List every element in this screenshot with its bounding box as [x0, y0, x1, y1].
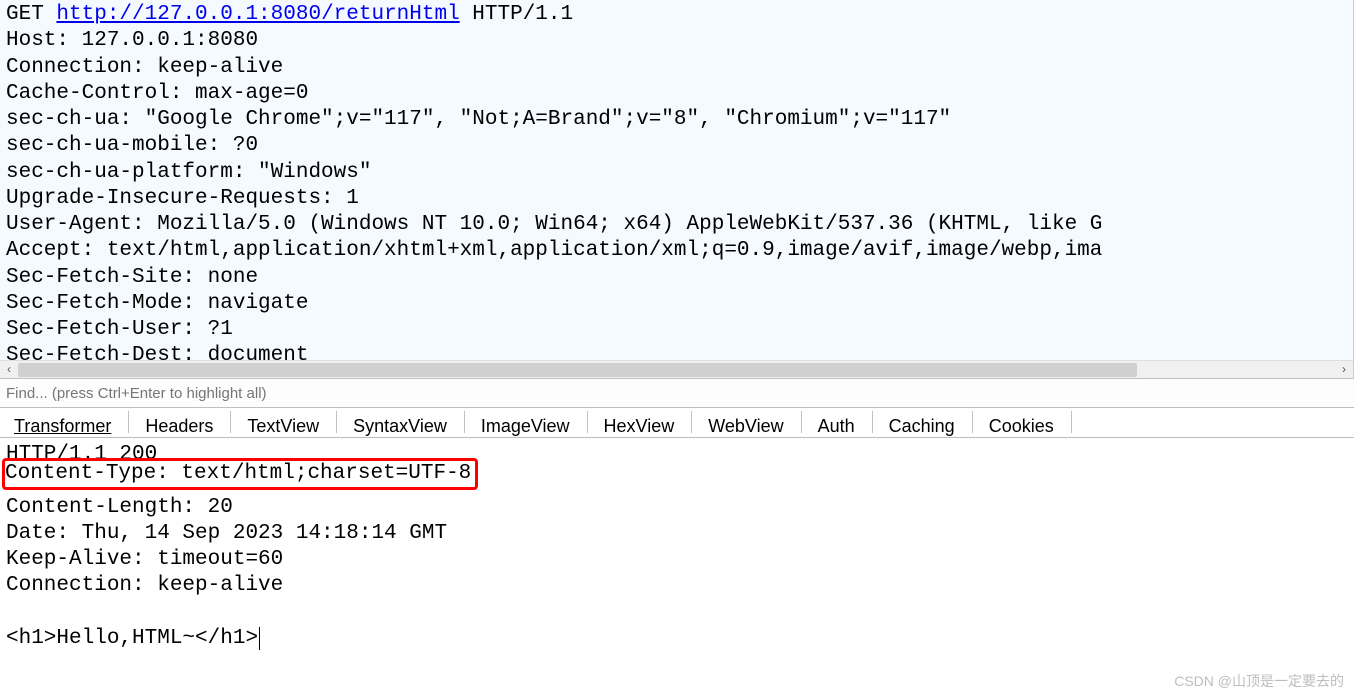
http-version: HTTP/1.1 [472, 3, 573, 26]
tab-separator [464, 411, 465, 433]
response-header: Content-Length: 20 [6, 495, 1348, 521]
find-bar [0, 378, 1354, 408]
request-header: User-Agent: Mozilla/5.0 (Windows NT 10.0… [6, 212, 1347, 238]
request-header: sec-ch-ua: "Google Chrome";v="117", "Not… [6, 107, 1347, 133]
tab-hexview[interactable]: HexView [594, 414, 686, 437]
blank-line [6, 600, 1348, 626]
response-header: Connection: keep-alive [6, 573, 1348, 599]
tab-separator [1071, 411, 1072, 433]
request-header: Upgrade-Insecure-Requests: 1 [6, 186, 1347, 212]
scroll-track[interactable] [18, 361, 1335, 379]
response-header: Date: Thu, 14 Sep 2023 14:18:14 GMT [6, 521, 1348, 547]
tab-separator [128, 411, 129, 433]
scroll-left-icon[interactable]: ‹ [0, 361, 18, 379]
http-method: GET [6, 3, 44, 26]
request-header: sec-ch-ua-platform: "Windows" [6, 160, 1347, 186]
tab-imageview[interactable]: ImageView [471, 414, 581, 437]
request-pane: GET http://127.0.0.1:8080/returnHtml HTT… [0, 0, 1354, 378]
tab-separator [801, 411, 802, 433]
request-header: Sec-Fetch-Site: none [6, 265, 1347, 291]
tab-textview[interactable]: TextView [237, 414, 330, 437]
request-header: Connection: keep-alive [6, 55, 1347, 81]
content-type-highlight: Content-Type: text/html;charset=UTF-8 [2, 458, 478, 490]
request-header: Sec-Fetch-Mode: navigate [6, 291, 1347, 317]
tab-separator [230, 411, 231, 433]
response-tab-bar: Transformer Headers TextView SyntaxView … [0, 408, 1354, 438]
response-body-text: <h1>Hello,HTML~</h1> [6, 627, 258, 650]
tab-separator [691, 411, 692, 433]
response-pane: HTTP/1.1 200 Content-Type: text/html;cha… [0, 438, 1354, 654]
scroll-right-icon[interactable]: › [1335, 361, 1353, 379]
tab-syntaxview[interactable]: SyntaxView [343, 414, 458, 437]
horizontal-scrollbar[interactable]: ‹ › [0, 360, 1353, 378]
request-header: Cache-Control: max-age=0 [6, 81, 1347, 107]
tab-separator [972, 411, 973, 433]
response-body: <h1>Hello,HTML~</h1> [6, 626, 1348, 652]
tab-separator [872, 411, 873, 433]
tab-headers[interactable]: Headers [135, 414, 224, 437]
scroll-thumb[interactable] [18, 363, 1137, 377]
tab-auth[interactable]: Auth [808, 414, 866, 437]
watermark: CSDN @山顶是一定要去的 [1174, 671, 1344, 691]
tab-transformer[interactable]: Transformer [4, 414, 122, 437]
request-header: Accept: text/html,application/xhtml+xml,… [6, 238, 1347, 264]
request-line: GET http://127.0.0.1:8080/returnHtml HTT… [6, 2, 1347, 28]
request-header: Host: 127.0.0.1:8080 [6, 28, 1347, 54]
response-header: Keep-Alive: timeout=60 [6, 547, 1348, 573]
tab-caching[interactable]: Caching [879, 414, 966, 437]
tab-webview[interactable]: WebView [698, 414, 794, 437]
request-header: Sec-Fetch-User: ?1 [6, 317, 1347, 343]
request-url-link[interactable]: http://127.0.0.1:8080/returnHtml [56, 3, 459, 26]
tab-separator [587, 411, 588, 433]
tab-separator [336, 411, 337, 433]
tab-cookies[interactable]: Cookies [979, 414, 1065, 437]
response-header-content-type: Content-Type: text/html;charset=UTF-8 [5, 462, 471, 485]
text-cursor [259, 627, 260, 650]
request-header: sec-ch-ua-mobile: ?0 [6, 133, 1347, 159]
find-input[interactable] [6, 385, 1354, 402]
